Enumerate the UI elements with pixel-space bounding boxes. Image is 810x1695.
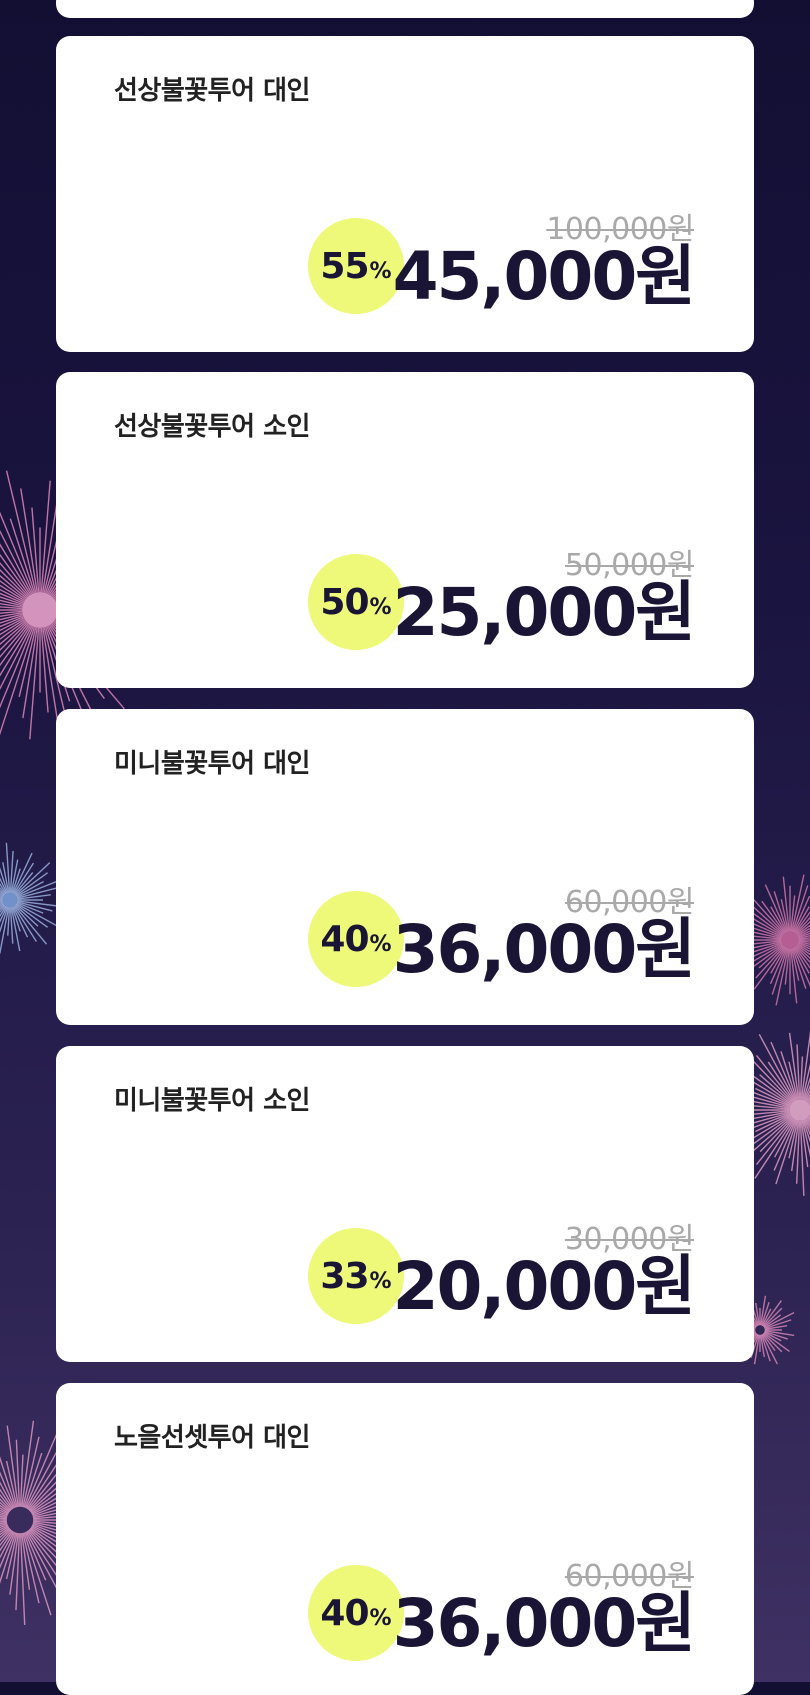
product-name: 미니불꽃투어 대인: [114, 743, 310, 780]
discount-rate: 55: [320, 246, 368, 287]
sale-price: 45,000원: [393, 244, 694, 310]
product-name: 미니불꽃투어 소인: [114, 1080, 310, 1117]
product-card[interactable]: 미니불꽃투어 소인 33% 30,000원 20,000원: [56, 1046, 754, 1362]
product-name: 선상불꽃투어 소인: [114, 406, 310, 443]
sale-price: 20,000원: [393, 1254, 694, 1320]
product-card[interactable]: 미니불꽃투어 대인 40% 60,000원 36,000원: [56, 709, 754, 1025]
discount-rate: 40: [320, 1593, 368, 1634]
discount-badge: 55%: [308, 218, 404, 314]
discount-rate: 33: [320, 1256, 368, 1297]
product-card[interactable]: 선상불꽃투어 소인 50% 50,000원 25,000원: [56, 372, 754, 688]
previous-card-edge: [56, 0, 754, 18]
sale-price: 36,000원: [393, 917, 694, 983]
product-card[interactable]: 선상불꽃투어 대인 55% 100,000원 45,000원: [56, 36, 754, 352]
product-card[interactable]: 노을선셋투어 대인 40% 60,000원 36,000원: [56, 1383, 754, 1695]
sale-price: 25,000원: [393, 580, 694, 646]
discount-rate: 50: [320, 582, 368, 623]
discount-rate: 40: [320, 919, 368, 960]
percent-symbol: %: [370, 259, 392, 284]
discount-badge: 40%: [308, 891, 404, 987]
product-name: 선상불꽃투어 대인: [114, 70, 310, 107]
percent-symbol: %: [370, 595, 392, 620]
percent-symbol: %: [370, 932, 392, 957]
product-name: 노을선셋투어 대인: [114, 1417, 310, 1454]
firework-left-blue: [0, 843, 63, 954]
discount-badge: 40%: [308, 1565, 404, 1661]
discount-badge: 50%: [308, 554, 404, 650]
percent-symbol: %: [370, 1606, 392, 1631]
discount-badge: 33%: [308, 1228, 404, 1324]
percent-symbol: %: [370, 1269, 392, 1294]
sale-price: 36,000원: [393, 1591, 694, 1657]
